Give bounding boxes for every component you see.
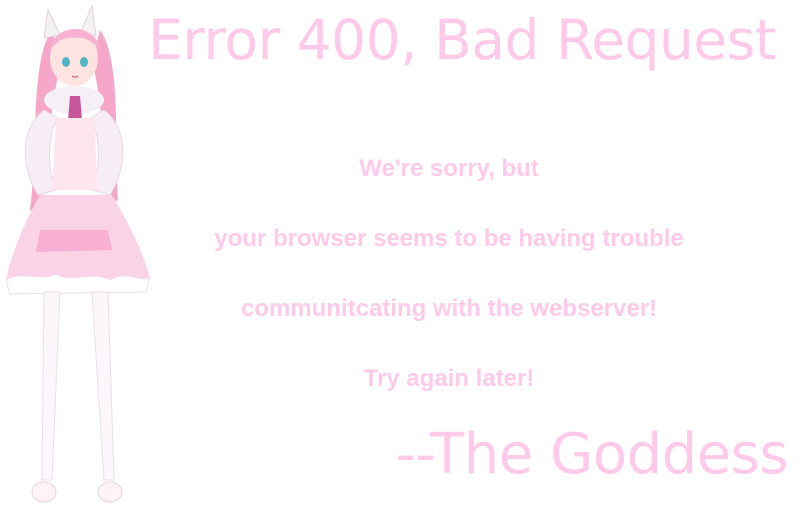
message-line: Try again later! xyxy=(363,365,535,392)
message-line: your browser seems to be having trouble xyxy=(214,225,684,252)
page-title: Error 400, Bad Request xyxy=(148,8,776,72)
anime-girl-illustration-icon xyxy=(5,4,151,503)
signature: --The Goddess xyxy=(395,422,789,487)
message-line: We're sorry, but xyxy=(359,155,539,182)
message-line: communitcating with the webserver! xyxy=(240,295,658,322)
